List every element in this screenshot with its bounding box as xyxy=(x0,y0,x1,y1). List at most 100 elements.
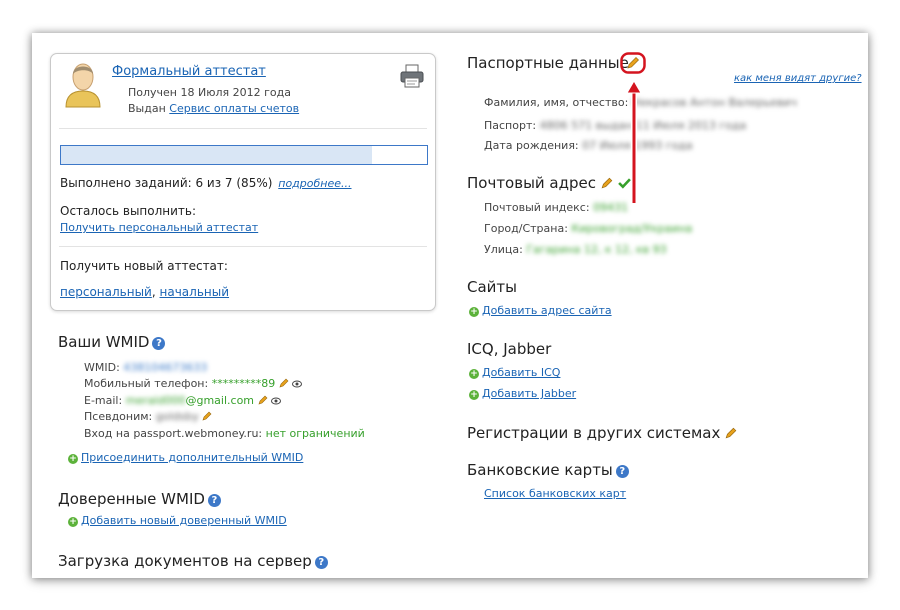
new-certificate-label: Получить новый аттестат: xyxy=(60,259,228,273)
upload-title-text: Загрузка документов на сервер xyxy=(58,552,312,570)
postal-index-value: 09431 xyxy=(593,201,629,214)
trusted-wmid-section-title: Доверенные WMID? xyxy=(58,490,221,508)
add-plus-icon[interactable]: + xyxy=(469,307,479,317)
birth-date-label: Дата рождения: xyxy=(484,139,579,152)
upload-section-title: Загрузка документов на сервер? xyxy=(58,552,328,570)
bank-cards-list-link[interactable]: Список банковских карт xyxy=(484,487,626,500)
fio-value: Некрасов Антон Валерьевич xyxy=(631,96,797,109)
help-icon[interactable]: ? xyxy=(314,556,328,569)
street-row: Улица: Гагарина 12, к 12, кв 93 xyxy=(484,243,667,256)
edit-pencil-icon[interactable] xyxy=(258,395,268,405)
add-plus-icon[interactable]: + xyxy=(68,517,78,527)
passport-title-text: Паспортные данные xyxy=(467,54,629,72)
city-value: Кировоград/Украина xyxy=(571,222,693,235)
city-label: Город/Страна: xyxy=(484,222,568,235)
visibility-eye-icon[interactable] xyxy=(292,380,303,388)
nickname-label: Псевдоним: xyxy=(84,410,153,423)
certificate-title-link[interactable]: Формальный аттестат xyxy=(112,64,266,79)
icq-title-text: ICQ, Jabber xyxy=(467,340,552,358)
edit-pencil-icon[interactable] xyxy=(601,177,613,189)
phone-value: *********89 xyxy=(211,377,276,390)
sites-title-text: Сайты xyxy=(467,278,517,296)
edit-pencil-icon[interactable] xyxy=(279,378,289,388)
certificate-card: Формальный аттестат Получен 18 Июля 2012… xyxy=(50,53,436,311)
help-icon[interactable]: ? xyxy=(152,337,166,350)
wmid-title-text: Ваши WMID xyxy=(58,333,150,351)
add-plus-icon[interactable]: + xyxy=(469,369,479,379)
add-icq-action: + Добавить ICQ xyxy=(469,366,560,379)
more-link[interactable]: подробнее... xyxy=(278,177,351,190)
add-icq-link[interactable]: Добавить ICQ xyxy=(482,366,560,379)
passport-label: Паспорт: xyxy=(484,119,537,132)
visibility-eye-icon[interactable] xyxy=(271,397,282,405)
card-divider xyxy=(59,246,427,247)
certificate-received-date: Получен 18 Июля 2012 года xyxy=(128,86,291,99)
birth-date-row: Дата рождения: 07 Июля 1993 года xyxy=(484,139,693,152)
sites-section-title: Сайты xyxy=(467,278,517,296)
remaining-label: Осталось выполнить: xyxy=(60,204,197,218)
email-hidden-part: merald000 xyxy=(125,394,186,407)
links-separator: , xyxy=(151,285,156,299)
edit-pencil-icon[interactable] xyxy=(725,427,737,439)
add-plus-icon[interactable]: + xyxy=(68,454,78,464)
postal-index-row: Почтовый индекс: 09431 xyxy=(484,201,628,214)
registrations-title-text: Регистрации в других системах xyxy=(467,424,721,442)
add-site-link[interactable]: Добавить адрес сайта xyxy=(482,304,612,317)
bank-cards-section-title: Банковские карты? xyxy=(467,461,629,479)
passport-value: 4806 571 выдан 11 Июля 2013 года xyxy=(539,119,747,132)
get-personal-certificate-link[interactable]: Получить персональный аттестат xyxy=(60,221,258,234)
help-icon[interactable]: ? xyxy=(615,465,629,478)
wmid-label: WMID: xyxy=(84,361,120,374)
certificate-progress-bar xyxy=(60,145,428,165)
city-row: Город/Страна: Кировоград/Украина xyxy=(484,222,692,235)
phone-row: Мобильный телефон: *********89 xyxy=(84,377,303,390)
issuer-link[interactable]: Сервис оплаты счетов xyxy=(169,102,299,115)
tasks-text: Выполнено заданий: 6 из 7 (85%) xyxy=(60,176,273,190)
help-icon[interactable]: ? xyxy=(207,494,221,507)
icq-jabber-section-title: ICQ, Jabber xyxy=(467,340,551,358)
profile-page: Формальный аттестат Получен 18 Июля 2012… xyxy=(32,33,868,578)
checkmark-icon xyxy=(617,178,631,189)
wmid-value: 438104673633 xyxy=(123,361,208,374)
passport-login-label: Вход на passport.webmoney.ru: xyxy=(84,427,263,440)
add-plus-icon[interactable]: + xyxy=(469,390,479,400)
street-value: Гагарина 12, к 12, кв 93 xyxy=(526,243,667,256)
add-site-action: + Добавить адрес сайта xyxy=(469,304,612,317)
initial-certificate-link[interactable]: начальный xyxy=(160,285,230,299)
edit-pencil-icon[interactable] xyxy=(202,411,212,421)
passport-login-row: Вход на passport.webmoney.ru: нет ограни… xyxy=(84,427,365,440)
printer-icon[interactable] xyxy=(400,64,424,88)
nickname-row: Псевдоним: goldsby xyxy=(84,410,212,423)
add-trusted-action: + Добавить новый доверенный WMID xyxy=(68,514,287,527)
progress-fill xyxy=(61,146,373,164)
wmid-row: WMID: 438104673633 xyxy=(84,361,207,374)
tasks-status: Выполнено заданий: 6 из 7 (85%) подробне… xyxy=(60,176,352,190)
add-jabber-action: + Добавить Jabber xyxy=(469,387,576,400)
card-divider xyxy=(59,128,427,129)
new-certificate-links: персональный, начальный xyxy=(60,285,229,299)
email-row: E-mail: merald000@gmail.com xyxy=(84,394,282,407)
passport-login-value: нет ограничений xyxy=(265,427,365,440)
phone-label: Мобильный телефон: xyxy=(84,377,209,390)
nickname-value: goldsby xyxy=(155,410,199,423)
personal-certificate-link[interactable]: персональный xyxy=(60,285,152,299)
passport-section-title: Паспортные данные xyxy=(467,54,629,72)
attach-wmid-action: + Присоединить дополнительный WMID xyxy=(68,451,303,464)
postal-index-label: Почтовый индекс: xyxy=(484,201,590,214)
postal-section-title: Почтовый адрес xyxy=(467,174,631,192)
bank-cards-title-text: Банковские карты xyxy=(467,461,613,479)
email-label: E-mail: xyxy=(84,394,123,407)
issued-prefix: Выдан xyxy=(128,102,166,115)
add-trusted-wmid-link[interactable]: Добавить новый доверенный WMID xyxy=(81,514,287,527)
fio-label: Фамилия, имя, отчество: xyxy=(484,96,629,109)
street-label: Улица: xyxy=(484,243,523,256)
email-value: @gmail.com xyxy=(185,394,255,407)
add-jabber-link[interactable]: Добавить Jabber xyxy=(482,387,576,400)
wmid-section-title: Ваши WMID? xyxy=(58,333,166,351)
trusted-title-text: Доверенные WMID xyxy=(58,490,205,508)
attach-wmid-link[interactable]: Присоединить дополнительный WMID xyxy=(81,451,303,464)
passport-row: Паспорт: 4806 571 выдан 11 Июля 2013 год… xyxy=(484,119,746,132)
postal-title-text: Почтовый адрес xyxy=(467,174,596,192)
how-others-see-me-link[interactable]: как меня видят другие? xyxy=(734,73,862,84)
passport-edit-pencil-icon[interactable] xyxy=(620,52,646,74)
